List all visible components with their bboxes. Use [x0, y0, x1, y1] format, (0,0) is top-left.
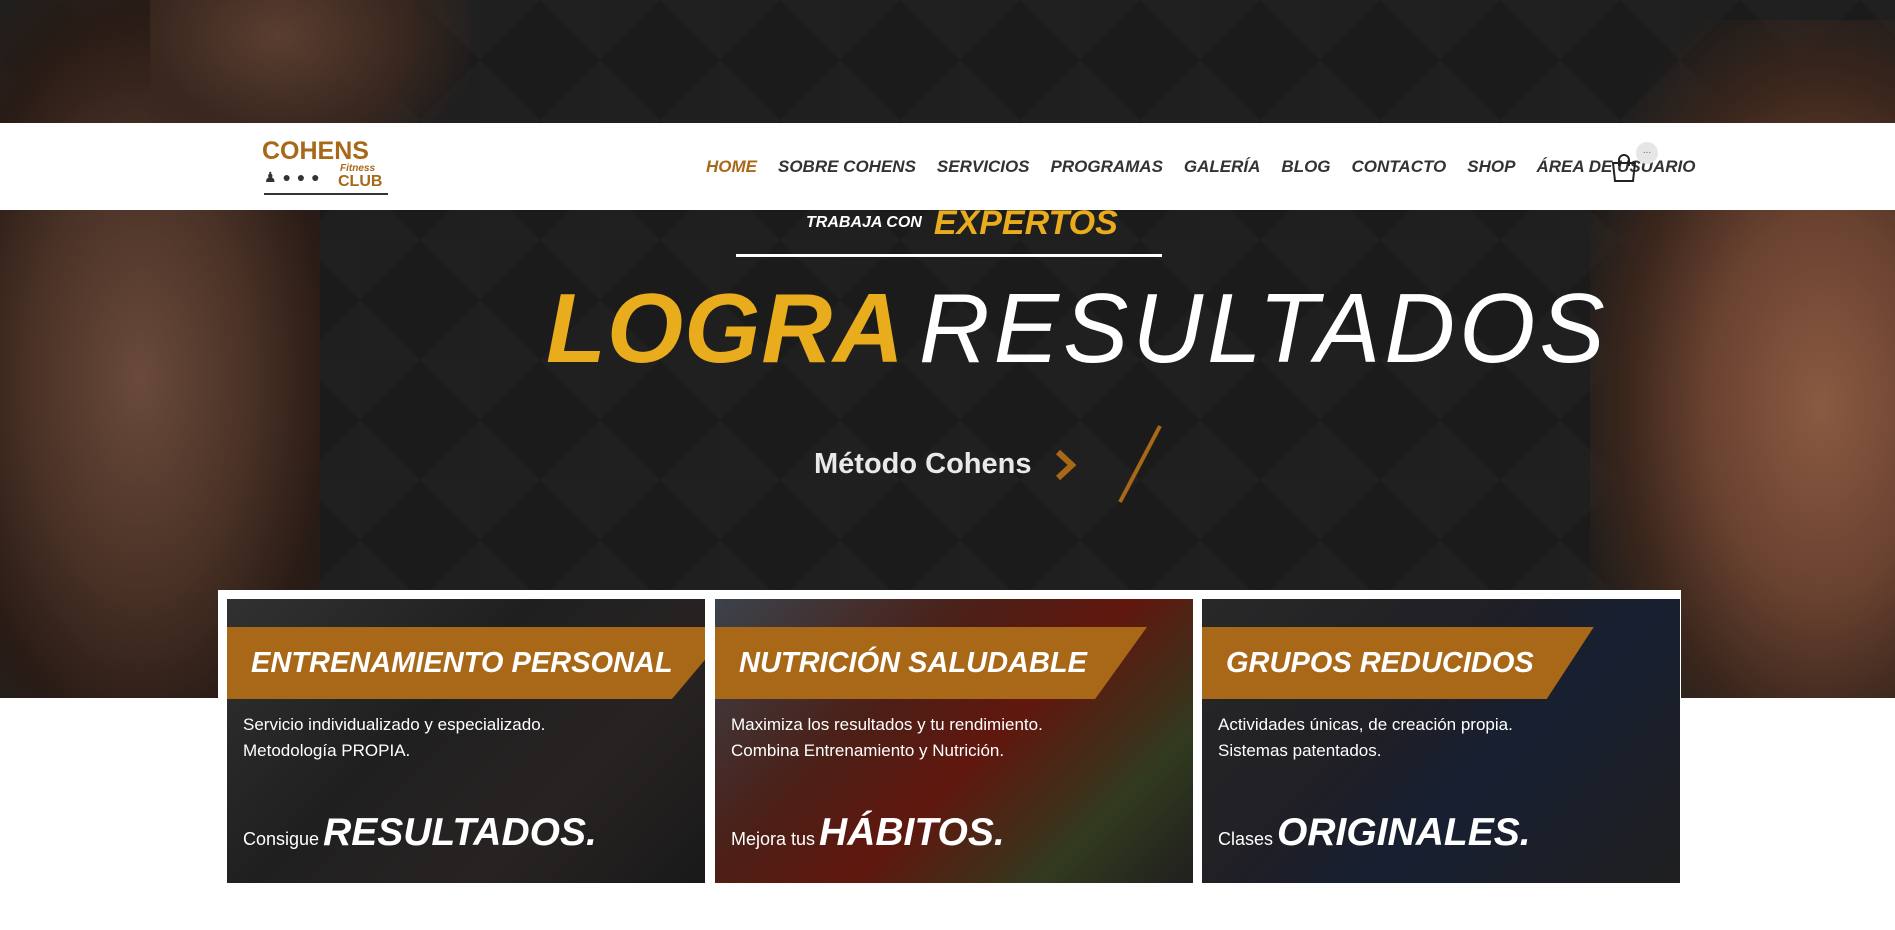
card-entrenamiento-personal[interactable]: ENTRENAMIENTO PERSONAL Servicio individu…: [227, 599, 705, 883]
hero-kicker: TRABAJA CON EXPERTOS: [806, 210, 1118, 236]
nav-item-servicios[interactable]: SERVICIOS: [937, 157, 1030, 177]
hero-kicker-big: EXPERTOS: [933, 210, 1118, 236]
nav-item-sobre-cohens[interactable]: SOBRE COHENS: [778, 157, 916, 177]
card-footer-prefix: Clases: [1218, 829, 1274, 849]
shopping-bag-icon[interactable]: [1610, 153, 1638, 183]
card-banner: GRUPOS REDUCIDOS: [1202, 627, 1594, 699]
card-nutricion-saludable[interactable]: NUTRICIÓN SALUDABLE Maximiza los resulta…: [715, 599, 1193, 883]
card-grupos-reducidos[interactable]: GRUPOS REDUCIDOS Actividades únicas, de …: [1202, 599, 1680, 883]
nav-item-galeria[interactable]: GALERÍA: [1184, 157, 1261, 177]
card-desc-line: Maximiza los resultados y tu rendimiento…: [731, 715, 1043, 734]
card-footer-emphasis: HÁBITOS.: [819, 811, 1005, 854]
card-description: Maximiza los resultados y tu rendimiento…: [731, 712, 1043, 764]
nav-item-contacto[interactable]: CONTACTO: [1352, 157, 1447, 177]
card-footer: Consigue RESULTADOS.: [243, 811, 597, 855]
card-desc-line: Actividades únicas, de creación propia.: [1218, 715, 1513, 734]
hero-headline-light: RESULTADOS: [918, 273, 1609, 383]
decorative-slash: [1118, 425, 1162, 503]
cart-badge: ...: [1636, 142, 1658, 164]
card-title: ENTRENAMIENTO PERSONAL: [251, 646, 673, 679]
chevron-right-icon[interactable]: [1052, 448, 1078, 482]
card-description: Actividades únicas, de creación propia. …: [1218, 712, 1513, 764]
metodo-cohens-link[interactable]: Método Cohens: [814, 448, 1032, 481]
card-desc-line: Servicio individualizado y especializado…: [243, 715, 546, 734]
nav-item-programas[interactable]: PROGRAMAS: [1051, 157, 1163, 177]
card-title: NUTRICIÓN SALUDABLE: [739, 646, 1087, 679]
card-footer-emphasis: ORIGINALES.: [1277, 811, 1531, 854]
card-banner: NUTRICIÓN SALUDABLE: [715, 627, 1147, 699]
card-footer: Mejora tus HÁBITOS.: [731, 811, 1005, 855]
main-menu: HOME SOBRE COHENS SERVICIOS PROGRAMAS GA…: [706, 123, 1716, 210]
hero-headline-bold: LOGRA: [546, 273, 905, 383]
cohens-logo[interactable]: COHENS ♟ ● ● ● Fitness CLUB: [262, 137, 390, 197]
nav-item-home[interactable]: HOME: [706, 157, 757, 177]
card-footer-emphasis: RESULTADOS.: [323, 811, 597, 854]
card-banner: ENTRENAMIENTO PERSONAL: [227, 627, 705, 699]
hero-kicker-small: TRABAJA CON: [806, 214, 922, 231]
card-title: GRUPOS REDUCIDOS: [1226, 646, 1534, 679]
nav-item-blog[interactable]: BLOG: [1281, 157, 1330, 177]
main-navbar: COHENS ♟ ● ● ● Fitness CLUB HOME SOBRE C…: [0, 123, 1895, 210]
card-footer-prefix: Mejora tus: [731, 829, 816, 849]
hero-divider: [736, 254, 1162, 257]
hero-headline: LOGRA RESULTADOS: [546, 272, 1609, 385]
logo-fitness-icons: ♟ ● ● ●: [264, 169, 321, 185]
logo-underline: [264, 193, 388, 195]
card-footer-prefix: Consigue: [243, 829, 320, 849]
logo-club: CLUB: [338, 173, 383, 190]
nav-item-shop[interactable]: SHOP: [1467, 157, 1515, 177]
card-desc-line: Sistemas patentados.: [1218, 741, 1382, 760]
card-description: Servicio individualizado y especializado…: [243, 712, 545, 764]
card-desc-line: Metodología PROPIA.: [243, 741, 411, 760]
card-desc-line: Combina Entrenamiento y Nutrición.: [731, 741, 1005, 760]
logo-title: COHENS: [262, 137, 369, 165]
card-footer: Clases ORIGINALES.: [1218, 811, 1531, 855]
